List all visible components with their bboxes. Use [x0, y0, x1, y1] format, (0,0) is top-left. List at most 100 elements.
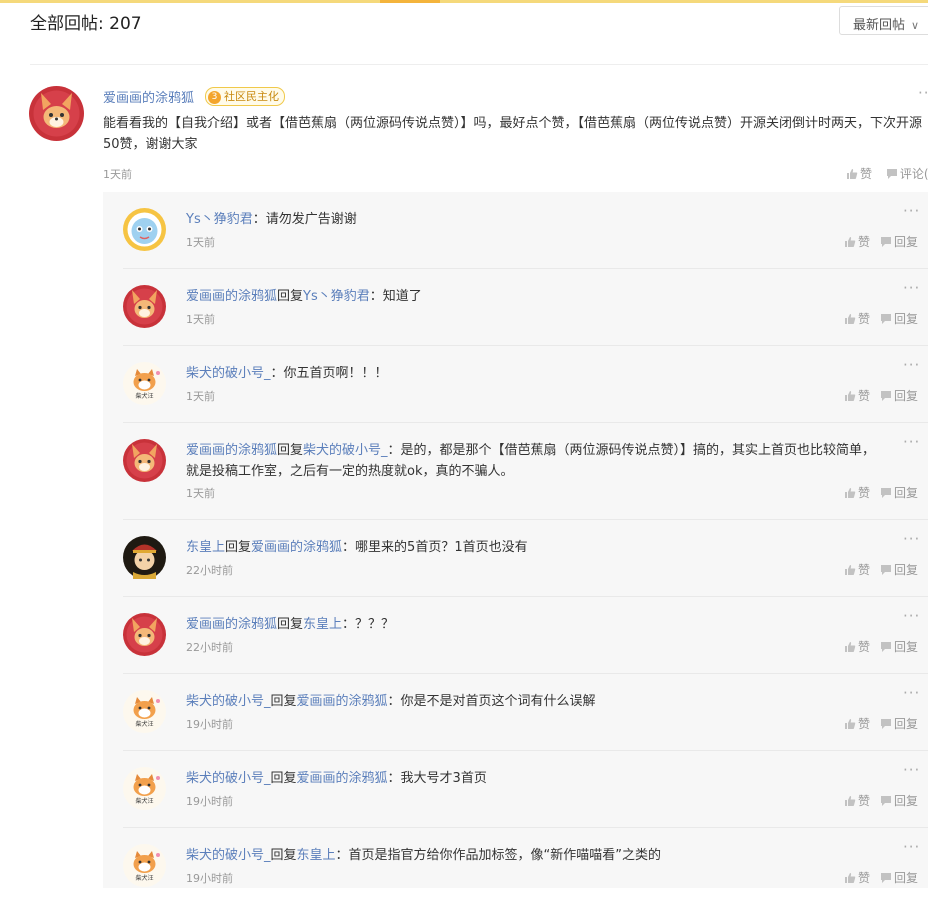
more-icon[interactable]: ··· [903, 838, 920, 856]
reply-word: 回复 [270, 848, 297, 863]
like-button[interactable]: 赞 [844, 235, 870, 249]
reply-author[interactable]: 爱画画的涂鸦狐 [186, 289, 277, 304]
like-button[interactable]: 赞 [844, 794, 870, 808]
comment-button[interactable]: 评论(1 [886, 167, 928, 181]
svg-text:柴犬汪: 柴犬汪 [135, 874, 153, 882]
reply-button[interactable]: 回复 [880, 563, 918, 577]
avatar[interactable] [123, 439, 166, 482]
like-button[interactable]: 赞 [844, 389, 870, 403]
top-stripe [0, 0, 928, 3]
reply-time: 1天前 [186, 236, 215, 249]
reply-item: 柴犬汪 柴犬的破小号_回复爱画画的涂鸦狐：你是不是对首页这个词有什么误解 ··· 19… [103, 674, 928, 751]
comment-label: 评论(1 [899, 167, 928, 181]
reply-content: ：你五首页啊！！！ [270, 366, 388, 381]
reply-target[interactable]: 爱画画的涂鸦狐 [251, 540, 342, 555]
sort-dropdown[interactable]: 最新回帖 ∨ [839, 6, 928, 35]
more-icon[interactable]: ··· [903, 279, 920, 297]
reply-target[interactable]: 爱画画的涂鸦狐 [297, 694, 388, 709]
thumbs-up-icon [845, 391, 856, 401]
more-icon[interactable]: ··· [903, 530, 920, 548]
reply-author[interactable]: 柴犬的破小号_ [186, 771, 271, 786]
like-button[interactable]: 赞 [846, 167, 872, 181]
avatar[interactable] [123, 285, 166, 328]
reply-author[interactable]: 爱画画的涂鸦狐 [186, 617, 277, 632]
like-label: 赞 [858, 717, 871, 731]
thumbs-up-icon [845, 796, 856, 806]
reply-button[interactable]: 回复 [880, 717, 918, 731]
thumbs-up-icon [845, 314, 856, 324]
avatar[interactable] [29, 86, 84, 141]
reply-button[interactable]: 回复 [880, 486, 918, 500]
like-button[interactable]: 赞 [844, 486, 870, 500]
reply-author[interactable]: Ys丶狰豹君 [186, 212, 253, 227]
comment-icon [881, 796, 892, 806]
reply-time: 22小时前 [186, 641, 233, 654]
comment-icon [881, 237, 892, 247]
comment-actions: 赞 评论(1 [846, 165, 928, 182]
avatar[interactable] [123, 613, 166, 656]
comment-icon [881, 565, 892, 575]
reply-content: ：哪里来的5首页？1首页也没有 [342, 540, 528, 555]
reply-button[interactable]: 回复 [880, 794, 918, 808]
like-button[interactable]: 赞 [844, 717, 870, 731]
reply-author[interactable]: 柴犬的破小号_ [186, 694, 271, 709]
more-icon[interactable]: ··· [903, 433, 920, 451]
reply-label: 回复 [894, 563, 919, 577]
reply-actions: 赞 回复 [844, 310, 918, 327]
avatar[interactable] [123, 536, 166, 579]
avatar[interactable]: 柴犬汪 [123, 844, 166, 887]
comment-author[interactable]: 爱画画的涂鸦狐 [103, 87, 194, 106]
reply-item: 爱画画的涂鸦狐回复Ys丶狰豹君：知道了 ··· 1天前赞回复 [103, 269, 928, 346]
reply-button[interactable]: 回复 [880, 640, 918, 654]
reply-time: 1天前 [186, 390, 215, 403]
more-icon[interactable]: ··· [903, 356, 920, 374]
reply-button[interactable]: 回复 [880, 871, 918, 885]
avatar[interactable]: 柴犬汪 [123, 767, 166, 810]
more-icon[interactable]: ··· [903, 761, 920, 779]
reply-text: 爱画画的涂鸦狐回复东皇上：？？？ [186, 614, 886, 635]
reply-target[interactable]: Ys丶狰豹君 [303, 289, 370, 304]
reply-target[interactable]: 东皇上 [297, 848, 336, 863]
like-button[interactable]: 赞 [844, 563, 870, 577]
like-button[interactable]: 赞 [844, 640, 870, 654]
more-icon[interactable]: ··· [903, 684, 920, 702]
reply-text: 爱画画的涂鸦狐回复柴犬的破小号_：是的，都是那个【借芭蕉扇（两位源码传说点赞）】… [186, 440, 886, 482]
like-button[interactable]: 赞 [844, 871, 870, 885]
reply-author[interactable]: 东皇上 [186, 540, 225, 555]
comment-icon [881, 719, 892, 729]
thumbs-up-icon [847, 169, 858, 179]
reply-label: 回复 [894, 486, 919, 500]
reply-author[interactable]: 爱画画的涂鸦狐 [186, 443, 277, 458]
like-label: 赞 [858, 486, 871, 500]
reply-time: 22小时前 [186, 564, 233, 577]
like-label: 赞 [858, 389, 871, 403]
like-button[interactable]: 赞 [844, 312, 870, 326]
more-icon[interactable]: ··· [918, 84, 928, 102]
chevron-down-icon: ∨ [911, 19, 920, 32]
reply-target[interactable]: 爱画画的涂鸦狐 [297, 771, 388, 786]
avatar[interactable]: 柴犬汪 [123, 690, 166, 733]
more-icon[interactable]: ··· [903, 607, 920, 625]
reply-label: 回复 [894, 235, 919, 249]
svg-text:柴犬汪: 柴犬汪 [135, 720, 153, 728]
thumbs-up-icon [845, 488, 856, 498]
reply-actions: 赞 回复 [844, 233, 918, 250]
reply-word: 回复 [270, 694, 297, 709]
comment-icon [881, 314, 892, 324]
reply-content: ：请勿发广告谢谢 [252, 212, 357, 227]
reply-word: 回复 [270, 771, 297, 786]
comment-text: 能看看我的【自我介绍】或者【借芭蕉扇（两位源码传说点赞）】吗，最好点个赞，【借芭… [103, 116, 923, 152]
avatar[interactable] [123, 208, 166, 251]
reply-button[interactable]: 回复 [880, 312, 918, 326]
reply-word: 回复 [277, 289, 304, 304]
avatar[interactable]: 柴犬汪 [123, 362, 166, 405]
more-icon[interactable]: ··· [903, 202, 920, 220]
reply-author[interactable]: 柴犬的破小号_ [186, 848, 271, 863]
reply-button[interactable]: 回复 [880, 235, 918, 249]
reply-word: 回复 [277, 617, 304, 632]
svg-text:柴犬汪: 柴犬汪 [135, 392, 153, 400]
reply-target[interactable]: 东皇上 [303, 617, 342, 632]
reply-button[interactable]: 回复 [880, 389, 918, 403]
reply-target[interactable]: 柴犬的破小号_ [303, 443, 388, 458]
reply-author[interactable]: 柴犬的破小号_ [186, 366, 271, 381]
